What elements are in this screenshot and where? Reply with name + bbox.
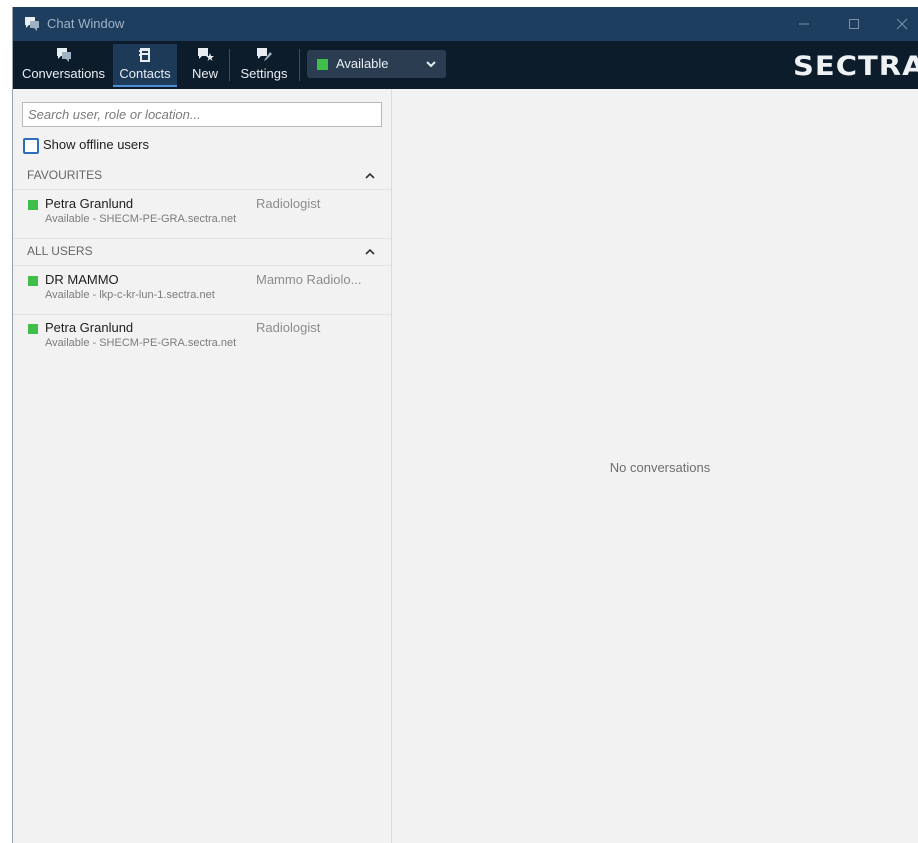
- contacts-label: Contacts: [119, 66, 171, 81]
- search-input[interactable]: [22, 102, 382, 127]
- contact-row[interactable]: Petra Granlund Radiologist Available - S…: [13, 190, 391, 239]
- settings-button[interactable]: Settings: [233, 44, 295, 87]
- new-label: New: [191, 66, 218, 81]
- favourites-header[interactable]: FAVOURITES: [13, 163, 391, 190]
- contact-role: Mammo Radiolo...: [256, 272, 362, 287]
- title-bar[interactable]: Chat Window: [13, 7, 918, 41]
- maximize-icon: [849, 19, 859, 29]
- chevron-up-icon[interactable]: [365, 248, 375, 256]
- contact-name: Petra Granlund: [45, 196, 134, 211]
- all-users-title: ALL USERS: [27, 244, 93, 258]
- favourites-title: FAVOURITES: [27, 168, 103, 182]
- status-dropdown[interactable]: Available: [307, 50, 446, 78]
- show-offline-checkbox[interactable]: [23, 138, 39, 154]
- minimize-icon: [799, 23, 809, 25]
- contact-detail: Available - lkp-c-kr-lun-1.sectra.net: [45, 289, 215, 301]
- chat-window: Chat Window Conversations Contacts New S…: [12, 7, 918, 843]
- contact-role: Radiologist: [256, 196, 321, 211]
- contact-name: Petra Granlund: [45, 320, 134, 335]
- conversations-icon: [56, 48, 71, 62]
- new-conversation-icon: [198, 48, 214, 61]
- empty-conversations-message: No conversations: [609, 460, 711, 475]
- settings-label: Settings: [240, 66, 288, 81]
- settings-icon: [257, 48, 272, 61]
- toolbar-separator: [229, 49, 230, 81]
- maximize-button[interactable]: [831, 7, 877, 41]
- contacts-tab[interactable]: Contacts: [113, 44, 177, 87]
- contact-row[interactable]: Petra Granlund Radiologist Available - S…: [13, 314, 391, 362]
- presence-indicator: [28, 276, 38, 286]
- conversations-label: Conversations: [21, 66, 106, 81]
- status-label: Available: [336, 56, 389, 71]
- show-offline-label: Show offline users: [43, 137, 149, 152]
- contact-detail: Available - SHECM-PE-GRA.sectra.net: [45, 213, 237, 225]
- contact-detail: Available - SHECM-PE-GRA.sectra.net: [45, 337, 237, 349]
- close-button[interactable]: [879, 7, 918, 41]
- conversation-panel: No conversations: [392, 89, 918, 843]
- contact-row[interactable]: DR MAMMO Mammo Radiolo... Available - lk…: [13, 266, 391, 315]
- presence-indicator: [28, 200, 38, 210]
- close-icon: [896, 18, 908, 30]
- new-button[interactable]: New: [185, 44, 225, 87]
- status-indicator: [317, 59, 328, 70]
- window-title: Chat Window: [47, 16, 125, 31]
- minimize-button[interactable]: [781, 7, 827, 41]
- chevron-down-icon: [426, 61, 436, 68]
- brand-logo: SECTRA: [793, 50, 918, 82]
- all-users-header[interactable]: ALL USERS: [13, 239, 391, 266]
- contacts-icon: [139, 48, 150, 62]
- chat-app-icon: [24, 16, 40, 32]
- toolbar: Conversations Contacts New Settings Avai…: [13, 41, 918, 89]
- contacts-panel: Show offline users FAVOURITES Petra Gran…: [13, 89, 392, 843]
- chevron-up-icon[interactable]: [365, 172, 375, 180]
- toolbar-separator: [299, 49, 300, 81]
- contact-role: Radiologist: [256, 320, 321, 335]
- contact-name: DR MAMMO: [45, 272, 119, 287]
- presence-indicator: [28, 324, 38, 334]
- conversations-button[interactable]: Conversations: [16, 44, 111, 87]
